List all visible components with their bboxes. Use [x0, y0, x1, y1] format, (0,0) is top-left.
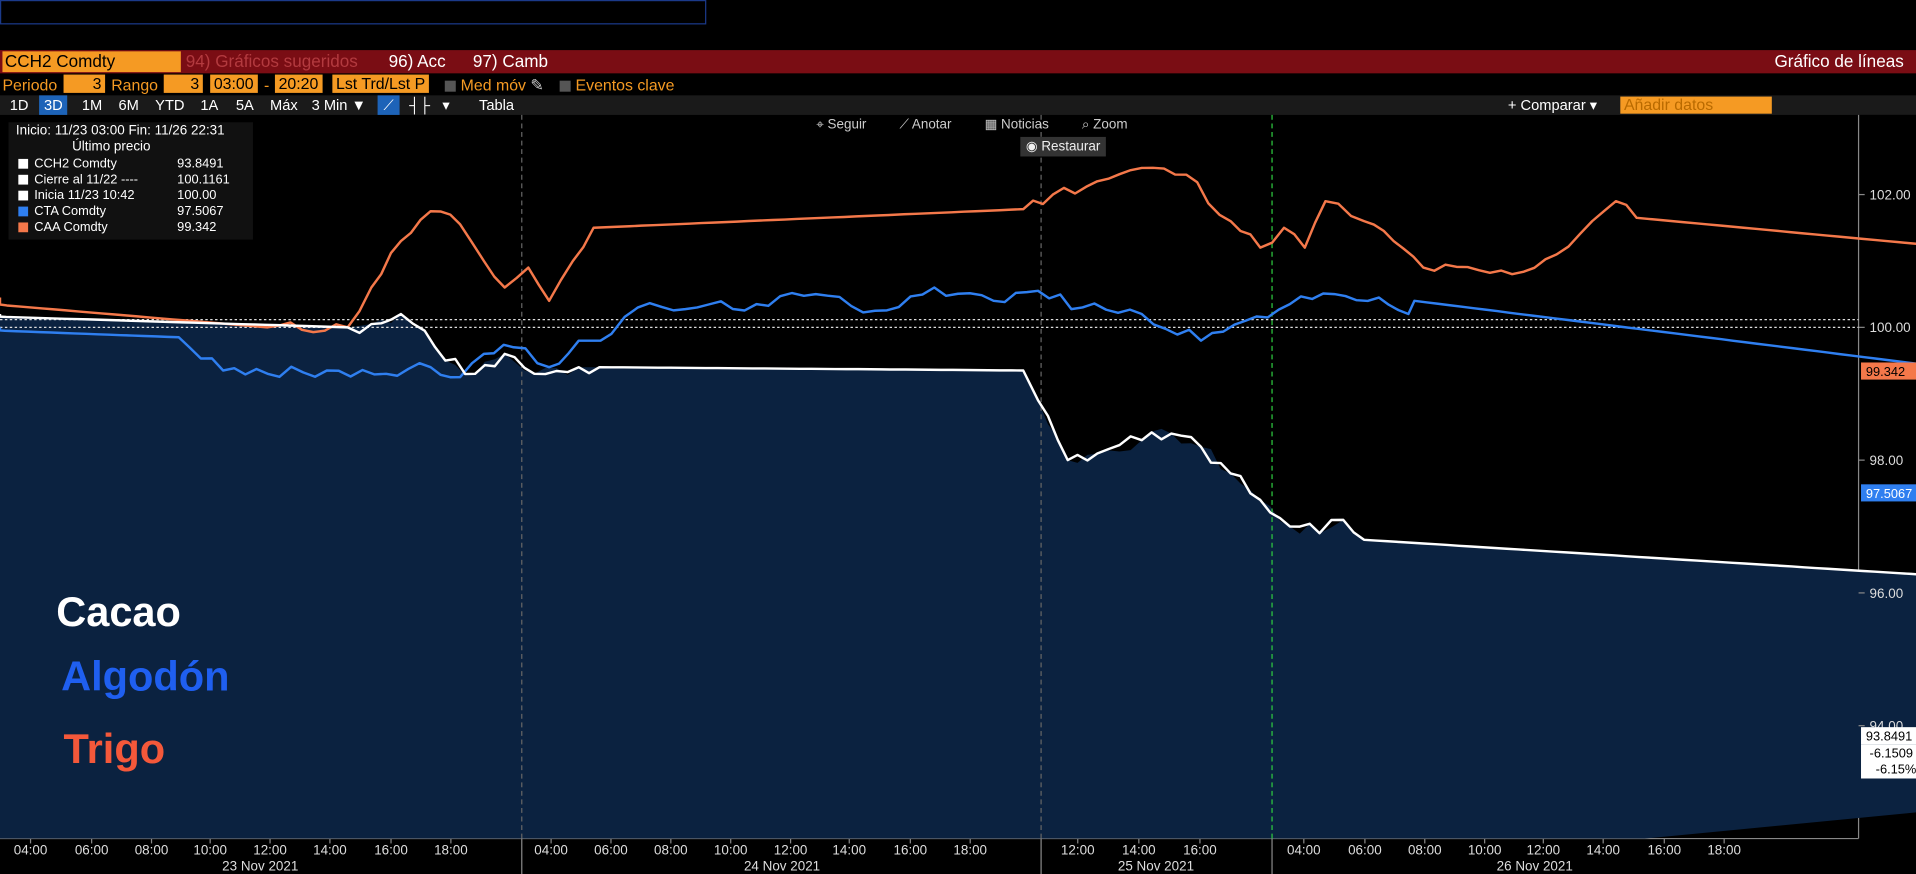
- legend-swatch: [18, 206, 29, 217]
- x-tick-label: 04:00: [1287, 842, 1321, 857]
- legend-row[interactable]: CAA Comdty 99.342: [18, 220, 250, 236]
- y-tick-label: 100.00: [1870, 320, 1911, 335]
- x-tick-label: 12:00: [774, 842, 808, 857]
- y-tick-label: 98.00: [1870, 453, 1904, 468]
- cacao-area: [0, 314, 1916, 839]
- x-tick-label: 12:00: [1061, 842, 1095, 857]
- legend-header: Inicio: 11/23 03:00 Fin: 11/26 22:31: [15, 123, 225, 139]
- legend-row[interactable]: Cierre al 11/22 ---- 100.1161: [18, 172, 250, 188]
- x-tick-label: 14:00: [832, 842, 866, 857]
- chart-window: CCH2 Comdty 94) Gráficos sugeridos 96) A…: [0, 0, 1916, 874]
- y-tick-label: 102.00: [1870, 187, 1911, 202]
- day-label: 25 Nov 2021: [1118, 858, 1194, 873]
- x-tick-label: 12:00: [253, 842, 287, 857]
- zoom-button[interactable]: ⌕ Zoom: [1082, 117, 1142, 132]
- x-tick-label: 12:00: [1526, 842, 1560, 857]
- legend-row[interactable]: Inicia 11/23 10:42 100.00: [18, 188, 250, 204]
- x-tick-label: 16:00: [894, 842, 928, 857]
- x-tick-label: 18:00: [953, 842, 987, 857]
- follow-button[interactable]: ⌖ Seguir: [816, 117, 881, 132]
- legend-swatch: [18, 222, 29, 233]
- change-percent: -6.15%: [1876, 762, 1916, 777]
- legend-row[interactable]: CCH2 Comdty 93.8491: [18, 156, 250, 172]
- value-tag-label: 97.5067: [1866, 486, 1912, 501]
- value-tag-label: 99.342: [1866, 364, 1905, 379]
- x-tick-label: 06:00: [594, 842, 628, 857]
- x-tick-label: 14:00: [313, 842, 347, 857]
- label-trigo: Trigo: [63, 726, 166, 773]
- legend-row[interactable]: CTA Comdty 97.5067: [18, 204, 250, 220]
- news-button[interactable]: ▦ Noticias: [985, 117, 1064, 132]
- x-tick-label: 10:00: [1468, 842, 1502, 857]
- x-tick-label: 04:00: [14, 842, 48, 857]
- x-tick-label: 08:00: [654, 842, 688, 857]
- x-tick-label: 08:00: [135, 842, 169, 857]
- x-tick-label: 06:00: [1348, 842, 1382, 857]
- x-tick-label: 16:00: [1183, 842, 1217, 857]
- legend-panel: Inicio: 11/23 03:00 Fin: 11/26 22:31 Últ…: [8, 122, 253, 240]
- legend-subheader: Último precio: [72, 139, 151, 155]
- day-label: 26 Nov 2021: [1497, 858, 1573, 873]
- x-tick-label: 06:00: [75, 842, 109, 857]
- x-tick-label: 16:00: [1647, 842, 1681, 857]
- x-tick-label: 18:00: [434, 842, 468, 857]
- label-cacao: Cacao: [56, 589, 181, 636]
- x-tick-label: 18:00: [1707, 842, 1741, 857]
- radio-icon: ◉: [1025, 139, 1038, 155]
- legend-swatch: [18, 190, 29, 201]
- x-tick-label: 08:00: [1408, 842, 1442, 857]
- x-tick-label: 16:00: [374, 842, 408, 857]
- restore-button[interactable]: ◉ Restaurar: [1020, 136, 1106, 157]
- x-tick-label: 04:00: [534, 842, 568, 857]
- label-algodon: Algodón: [61, 653, 230, 701]
- value-tag-label: 93.8491: [1866, 729, 1912, 744]
- legend-swatch: [18, 158, 29, 169]
- y-tick-label: 96.00: [1870, 586, 1904, 601]
- chart-tools: ⌖ Seguir ⟋ Anotar ▦ Noticias ⌕ Zoom: [816, 116, 1157, 133]
- x-tick-label: 14:00: [1122, 842, 1156, 857]
- x-tick-label: 10:00: [714, 842, 748, 857]
- day-label: 23 Nov 2021: [222, 858, 298, 873]
- change-value: -6.1509: [1870, 746, 1914, 761]
- legend-swatch: [18, 174, 29, 185]
- annotate-button[interactable]: ⟋ Anotar: [899, 117, 966, 132]
- x-tick-label: 10:00: [193, 842, 227, 857]
- x-tick-label: 14:00: [1586, 842, 1620, 857]
- day-label: 24 Nov 2021: [744, 858, 820, 873]
